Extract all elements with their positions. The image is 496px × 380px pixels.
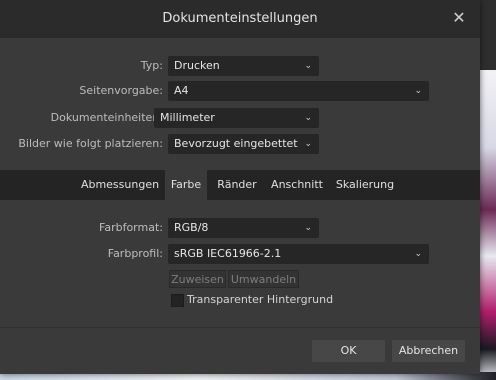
type-select[interactable]: Drucken ⌄ (168, 56, 319, 76)
tab-anschnitt[interactable]: Anschnitt (267, 170, 327, 200)
doc-units-row: Dokumenteinheiten: Millimeter ⌄ (0, 107, 480, 129)
page-preset-value: A4 (174, 84, 189, 97)
doc-units-value: Millimeter (160, 111, 215, 124)
close-icon[interactable]: ✕ (448, 7, 470, 29)
chevron-down-icon: ⌄ (304, 223, 312, 233)
color-profile-value: sRGB IEC61966-2.1 (174, 247, 282, 260)
image-placement-row: Bilder wie folgt platzieren: Bevorzugt e… (0, 133, 480, 155)
color-profile-row: Farbprofil: sRGB IEC61966-2.1 ⌄ (0, 243, 480, 265)
color-format-row: Farbformat: RGB/8 ⌄ (0, 217, 480, 239)
type-label: Typ: (140, 59, 163, 72)
convert-button[interactable]: Umwandeln (228, 270, 299, 288)
doc-units-select[interactable]: Millimeter ⌄ (154, 108, 319, 128)
image-placement-value: Bevorzugt eingebettet (174, 137, 298, 150)
chevron-down-icon: ⌄ (304, 139, 312, 149)
ok-button[interactable]: OK (312, 340, 385, 362)
transparent-background-label: Transparenter Hintergrund (187, 293, 334, 306)
color-profile-label: Farbprofil: (107, 247, 163, 260)
chevron-down-icon: ⌄ (414, 86, 422, 96)
chevron-down-icon: ⌄ (414, 249, 422, 259)
settings-tabbar: Abmessungen Farbe Ränder Anschnitt Skali… (0, 170, 480, 200)
tab-raender[interactable]: Ränder (213, 170, 261, 200)
tab-farbe[interactable]: Farbe (165, 170, 207, 200)
color-format-select[interactable]: RGB/8 ⌄ (168, 218, 319, 238)
type-value: Drucken (174, 59, 220, 72)
tab-skalierung[interactable]: Skalierung (333, 170, 397, 200)
document-settings-dialog: Dokumenteinstellungen ✕ Typ: Drucken ⌄ S… (0, 0, 480, 374)
color-format-value: RGB/8 (174, 221, 209, 234)
page-preset-select[interactable]: A4 ⌄ (168, 81, 429, 101)
page-preset-row: Seitenvorgabe: A4 ⌄ (0, 80, 480, 102)
image-placement-select[interactable]: Bevorzugt eingebettet ⌄ (168, 134, 319, 154)
type-row: Typ: Drucken ⌄ (0, 55, 480, 77)
cancel-button[interactable]: Abbrechen (392, 340, 465, 362)
image-placement-label: Bilder wie folgt platzieren: (18, 137, 163, 150)
title-bar: Dokumenteinstellungen ✕ (0, 0, 480, 38)
chevron-down-icon: ⌄ (304, 61, 312, 71)
tab-abmessungen[interactable]: Abmessungen (78, 170, 162, 200)
transparent-background-checkbox[interactable] (171, 294, 184, 307)
page-preset-label: Seitenvorgabe: (79, 84, 163, 97)
doc-units-label: Dokumenteinheiten: (50, 111, 163, 124)
chevron-down-icon: ⌄ (304, 113, 312, 123)
color-format-label: Farbformat: (99, 221, 163, 234)
color-profile-select[interactable]: sRGB IEC61966-2.1 ⌄ (168, 244, 429, 264)
footer-divider (0, 327, 480, 328)
assign-button[interactable]: Zuweisen (169, 270, 226, 288)
dialog-title: Dokumenteinstellungen (162, 11, 318, 26)
